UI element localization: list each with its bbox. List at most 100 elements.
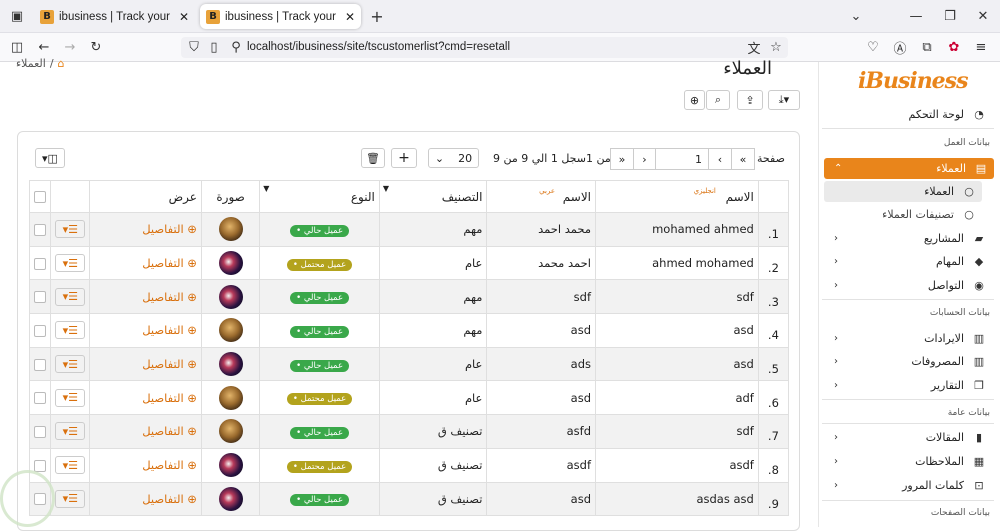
search-advanced-button[interactable]: ⊕: [684, 90, 705, 110]
avatar[interactable]: [218, 385, 243, 410]
shield-icon[interactable]: ⛉: [183, 37, 205, 57]
cell-view[interactable]: ⊕ التفاصيل: [89, 212, 202, 247]
minimize-icon[interactable]: —: [905, 6, 927, 26]
forward-icon[interactable]: →: [59, 37, 81, 57]
column-name-en[interactable]: الاسم انجليزي: [595, 180, 759, 213]
next-page-button[interactable]: ›: [633, 148, 656, 170]
sidebar-subitem-customer-categories[interactable]: ○ تصنيفات العملاء: [824, 204, 982, 225]
details-link[interactable]: التفاصيل: [142, 391, 183, 405]
add-button[interactable]: +: [391, 148, 417, 168]
cell-view[interactable]: ⊕ التفاصيل: [89, 346, 202, 382]
browser-tab-2[interactable]: B ibusiness | Track your work with ✕: [200, 4, 361, 29]
page-size-select[interactable]: ⌄ 20: [428, 148, 479, 168]
row-checkbox[interactable]: [34, 223, 47, 236]
avatar[interactable]: [218, 318, 243, 343]
details-link[interactable]: التفاصيل: [142, 256, 183, 270]
row-checkbox[interactable]: [34, 392, 47, 405]
row-menu-button[interactable]: ☰▾: [55, 287, 86, 306]
cell-view[interactable]: ⊕ التفاصيل: [89, 245, 202, 281]
sidebar-item-articles[interactable]: ▮ المقالات ‹: [824, 427, 992, 448]
avatar[interactable]: [218, 453, 243, 478]
column-name-ar[interactable]: الاسم عربي: [486, 180, 596, 213]
browser-tab-1[interactable]: B ibusiness | Track your work with ✕: [34, 4, 195, 29]
url-bar[interactable]: ⛉ ▯ ⚲ localhost/ibusiness/site/tscustome…: [181, 37, 788, 58]
sidebar-item-reports[interactable]: ❐ التقارير ‹: [824, 375, 992, 396]
restore-icon[interactable]: ❐: [939, 6, 961, 26]
delete-button[interactable]: 🗑: [361, 148, 385, 168]
export-dropdown-button[interactable]: ⤓▾: [768, 90, 800, 110]
home-icon[interactable]: ⌂: [58, 57, 65, 70]
row-checkbox[interactable]: [34, 425, 47, 438]
row-menu-button[interactable]: ☰▾: [55, 220, 86, 239]
row-menu-button[interactable]: ☰▾: [55, 422, 86, 441]
account-icon[interactable]: Ⓐ: [889, 37, 911, 57]
column-classification[interactable]: التصنيف ▼: [378, 180, 488, 213]
column-type[interactable]: النوع ▼: [259, 180, 380, 213]
sidebar-item-revenues[interactable]: ▥ الايرادات ‹: [824, 328, 992, 349]
avatar[interactable]: [218, 419, 243, 444]
avatar[interactable]: [218, 284, 243, 309]
row-checkbox[interactable]: [34, 291, 47, 304]
prev-page-button[interactable]: ‹: [708, 148, 732, 170]
bookmark-star-icon[interactable]: ☆: [765, 37, 787, 57]
tab-list-icon[interactable]: ▣: [6, 6, 28, 26]
row-menu-button[interactable]: ☰▾: [55, 388, 86, 407]
pocket-icon[interactable]: ♡: [862, 37, 884, 57]
first-page-button[interactable]: «: [731, 148, 755, 170]
cell-view[interactable]: ⊕ التفاصيل: [89, 481, 202, 517]
row-menu-button[interactable]: ☰▾: [55, 355, 86, 374]
translate-icon[interactable]: 文: [743, 37, 765, 57]
select-all-checkbox[interactable]: [34, 191, 47, 203]
sidebar-item-notes[interactable]: ▦ الملاحظات ‹: [824, 451, 992, 472]
filter-icon[interactable]: ▼: [263, 184, 269, 193]
cell-view[interactable]: ⊕ التفاصيل: [89, 313, 202, 348]
sidebar-item-customers[interactable]: ▤ العملاء ⌃: [824, 158, 994, 179]
color-extension-icon[interactable]: ✿: [943, 37, 965, 57]
avatar[interactable]: [218, 251, 243, 276]
sidebar-item-projects[interactable]: ▰ المشاريع ‹: [824, 228, 992, 249]
details-link[interactable]: التفاصيل: [142, 290, 183, 304]
close-window-icon[interactable]: ✕: [972, 6, 994, 26]
cell-view[interactable]: ⊕ التفاصيل: [89, 414, 202, 449]
permissions-icon[interactable]: ⚲: [225, 37, 247, 57]
row-checkbox[interactable]: [34, 358, 47, 371]
row-menu-button[interactable]: ☰▾: [55, 489, 86, 508]
row-menu-button[interactable]: ☰▾: [55, 456, 86, 475]
row-checkbox[interactable]: [34, 459, 47, 472]
avatar[interactable]: [218, 352, 243, 377]
search-button[interactable]: ⌕: [706, 90, 730, 110]
row-menu-button[interactable]: ☰▾: [55, 321, 86, 340]
cell-view[interactable]: ⊕ التفاصيل: [89, 380, 202, 416]
row-checkbox[interactable]: [34, 324, 47, 337]
sidebar-subitem-customers[interactable]: ○ العملاء: [824, 181, 982, 202]
details-link[interactable]: التفاصيل: [142, 458, 183, 472]
brand-logo[interactable]: iBusiness: [858, 68, 968, 94]
row-menu-button[interactable]: ☰▾: [55, 254, 86, 273]
cell-view[interactable]: ⊕ التفاصيل: [89, 447, 202, 483]
column-layout-button[interactable]: ▾◫: [35, 148, 65, 168]
sidebar-toggle-icon[interactable]: ◫: [6, 37, 28, 57]
close-tab-icon[interactable]: ✕: [345, 10, 355, 24]
sidebar-item-contact[interactable]: ◉ التواصل ‹: [824, 275, 992, 296]
upload-button[interactable]: ⇪: [737, 90, 763, 110]
close-tab-icon[interactable]: ✕: [179, 10, 189, 24]
sidebar-item-dashboard[interactable]: ◔ لوحة التحكم: [824, 104, 992, 125]
app-menu-icon[interactable]: ≡: [970, 37, 992, 57]
sidebar-item-passwords[interactable]: ⊡ كلمات المرور ‹: [824, 475, 992, 496]
filter-icon[interactable]: ▼: [383, 184, 389, 193]
details-link[interactable]: التفاصيل: [142, 222, 183, 236]
list-all-tabs-icon[interactable]: ⌄: [845, 6, 867, 26]
sidebar-item-tasks[interactable]: ◆ المهام ‹: [824, 251, 992, 272]
details-link[interactable]: التفاصيل: [142, 424, 183, 438]
cell-view[interactable]: ⊕ التفاصيل: [89, 279, 202, 315]
page-input[interactable]: 1: [655, 148, 709, 170]
back-icon[interactable]: ←: [33, 37, 55, 57]
avatar[interactable]: [218, 486, 243, 511]
details-link[interactable]: التفاصيل: [142, 323, 183, 337]
sidebar-item-expenses[interactable]: ▥ المصروفات ‹: [824, 351, 992, 372]
details-link[interactable]: التفاصيل: [142, 492, 183, 506]
extensions-icon[interactable]: ⧉: [916, 37, 938, 57]
new-tab-icon[interactable]: +: [366, 6, 388, 26]
page-info-icon[interactable]: ▯: [203, 37, 225, 57]
reload-icon[interactable]: ↻: [85, 37, 107, 57]
